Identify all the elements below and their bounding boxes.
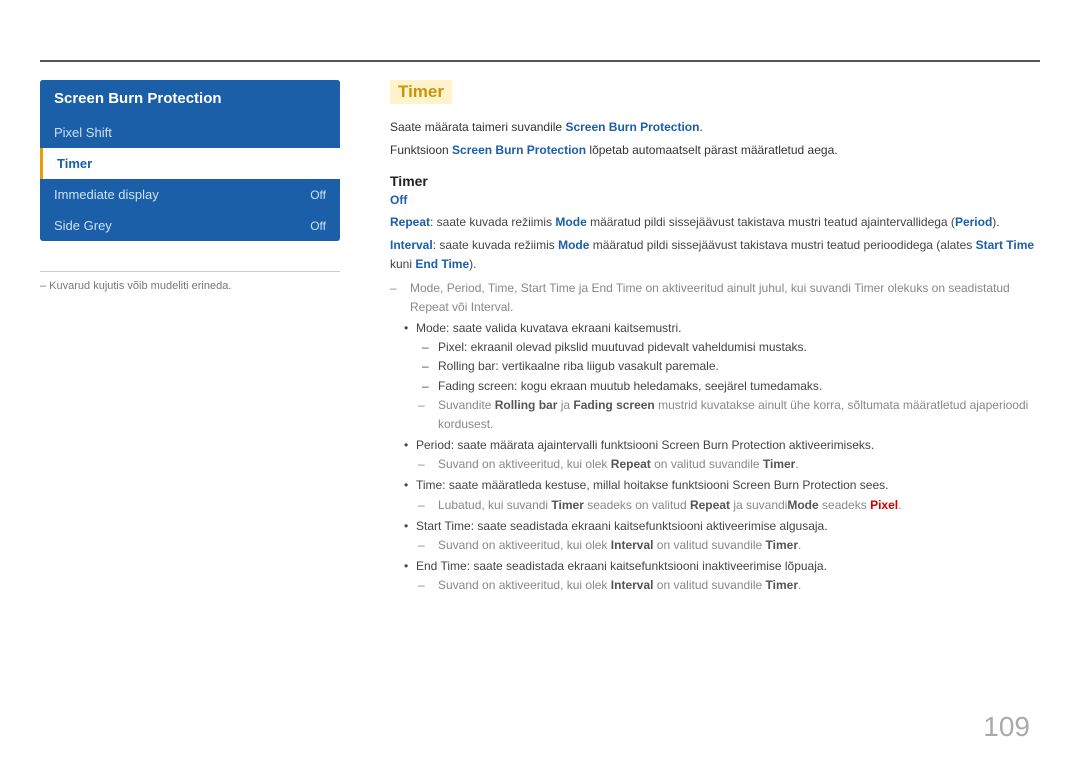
right-content: Timer Saate määrata taimeri suvandile Sc… xyxy=(390,80,1040,600)
menu-box: Screen Burn Protection Pixel Shift Timer… xyxy=(40,80,340,241)
bullet-endtime: End Time: saate seadistada ekraani kaits… xyxy=(404,557,1040,576)
bullet-mode: Mode: saate valida kuvatava ekraani kait… xyxy=(404,319,1040,338)
menu-item-sidegrey-label: Side Grey xyxy=(54,218,112,233)
menu-item-immediate-label: Immediate display xyxy=(54,187,159,202)
menu-item-timer-label: Timer xyxy=(57,156,92,171)
note-starttime: Suvand on aktiveeritud, kui olek Interva… xyxy=(418,536,1040,555)
repeat-text: Repeat: saate kuvada režiimis Mode määra… xyxy=(390,213,1040,232)
menu-item-sidegrey-value: Off xyxy=(310,219,326,233)
menu-item-pixelshift[interactable]: Pixel Shift xyxy=(40,117,340,148)
subsection-title: Timer xyxy=(390,173,1040,189)
section-title: Timer xyxy=(390,80,452,104)
menu-item-immediate-value: Off xyxy=(310,188,326,202)
dash-rolling: Rolling bar: vertikaalne riba liigub vas… xyxy=(418,357,1040,376)
status-off: Off xyxy=(390,193,1040,207)
dash-pixel: Pixel: ekraanil olevad pikslid muutuvad … xyxy=(418,338,1040,357)
interval-text: Interval: saate kuvada režiimis Mode mää… xyxy=(390,236,1040,274)
dash-fading: Fading screen: kogu ekraan muutub heleda… xyxy=(418,377,1040,396)
menu-item-sidegrey[interactable]: Side Grey Off xyxy=(40,210,340,241)
intro-line2: Funktsioon Screen Burn Protection lõpeta… xyxy=(390,141,1040,159)
menu-item-timer[interactable]: Timer xyxy=(40,148,340,179)
repeat-keyword: Repeat xyxy=(390,215,430,229)
note-period: Suvand on aktiveeritud, kui olek Repeat … xyxy=(418,455,1040,474)
note-time: Lubatud, kui suvandi Timer seadeks on va… xyxy=(418,496,1040,515)
bullet-starttime: Start Time: saate seadistada ekraani kai… xyxy=(404,517,1040,536)
footnote: – Kuvarud kujutis võib mudeliti erineda. xyxy=(40,271,340,292)
intro-line1: Saate määrata taimeri suvandile Screen B… xyxy=(390,118,1040,136)
note-endtime: Suvand on aktiveeritud, kui olek Interva… xyxy=(418,576,1040,595)
intro-highlight1: Screen Burn Protection xyxy=(565,120,699,134)
bullet-time: Time: saate määratleda kestuse, millal h… xyxy=(404,476,1040,495)
page-number: 109 xyxy=(983,711,1030,743)
note-rolling-fading: Suvandite Rolling bar ja Fading screen m… xyxy=(418,396,1040,434)
top-border xyxy=(40,60,1040,62)
note-mode-period: Mode, Period, Time, Start Time ja End Ti… xyxy=(390,279,1040,317)
left-panel: Screen Burn Protection Pixel Shift Timer… xyxy=(40,80,340,292)
interval-keyword: Interval xyxy=(390,238,433,252)
intro-highlight2: Screen Burn Protection xyxy=(452,143,586,157)
menu-item-immediate[interactable]: Immediate display Off xyxy=(40,179,340,210)
bullet-list: Mode: saate valida kuvatava ekraani kait… xyxy=(404,319,1040,596)
bullet-period: Period: saate määrata ajaintervalli funk… xyxy=(404,436,1040,455)
menu-title: Screen Burn Protection xyxy=(40,80,340,117)
menu-item-pixelshift-label: Pixel Shift xyxy=(54,125,112,140)
